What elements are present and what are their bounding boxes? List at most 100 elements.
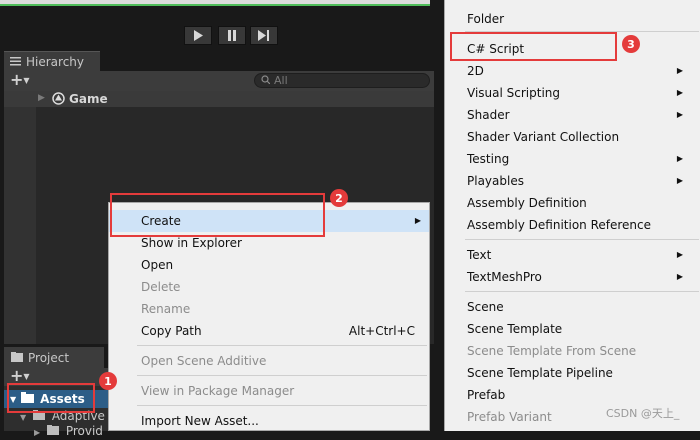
- watermark: CSDN @天上_: [606, 407, 680, 420]
- menu-separator: [465, 239, 699, 240]
- chevron-down-icon: ▼: [23, 372, 30, 381]
- provider-label: Provid: [65, 424, 103, 438]
- hierarchy-add-button[interactable]: +▼: [10, 70, 30, 89]
- menu-item-view-in-package-manager[interactable]: View in Package Manager: [109, 380, 429, 402]
- menu-item-copy-path[interactable]: Copy Path Alt+Ctrl+C: [109, 320, 429, 342]
- expand-arrow-icon[interactable]: ▶: [38, 93, 45, 103]
- tab-project[interactable]: Project: [4, 347, 104, 368]
- submenu-item-label: Folder: [467, 12, 505, 26]
- annotation-box-assets: [7, 383, 95, 413]
- submenu-item-text[interactable]: Text ▶: [445, 244, 699, 266]
- hierarchy-search-input[interactable]: All: [254, 73, 430, 88]
- step-button[interactable]: [250, 26, 278, 45]
- hierarchy-icon: [10, 55, 21, 69]
- pause-icon: [228, 30, 236, 41]
- menu-item-label: Delete: [141, 280, 181, 294]
- menu-separator: [465, 291, 699, 292]
- submenu-item-label: Scene: [467, 300, 504, 314]
- annotation-badge-2: 2: [330, 189, 348, 207]
- folder-icon: [11, 351, 23, 365]
- play-icon: [194, 30, 203, 41]
- submenu-item-playables[interactable]: Playables ▶: [445, 170, 699, 192]
- shortcut-label: Alt+Ctrl+C: [348, 324, 415, 338]
- submenu-item-label: Shader: [467, 108, 510, 122]
- submenu-item-label: Scene Template From Scene: [467, 344, 637, 358]
- toolbar-accent-line: [0, 4, 430, 6]
- submenu-item-testing[interactable]: Testing ▶: [445, 148, 699, 170]
- submenu-arrow-icon: ▶: [676, 250, 683, 259]
- submenu-item-label: Playables: [467, 174, 524, 188]
- menu-item-label: Open Scene Additive: [141, 354, 267, 368]
- menu-separator: [137, 405, 427, 406]
- menu-item-label: Copy Path: [141, 324, 202, 338]
- submenu-item-label: Shader Variant Collection: [467, 130, 620, 144]
- menu-item-import-new-asset[interactable]: Import New Asset...: [109, 410, 429, 432]
- submenu-item-label: Scene Template: [467, 322, 563, 336]
- step-icon: [258, 30, 269, 41]
- tab-hierarchy[interactable]: Hierarchy: [4, 51, 100, 71]
- submenu-item-prefab[interactable]: Prefab: [445, 384, 699, 406]
- menu-item-label: Open: [141, 258, 174, 272]
- submenu-item-scene-template[interactable]: Scene Template: [445, 318, 699, 340]
- submenu-item-shader-variant-collection[interactable]: Shader Variant Collection: [445, 126, 699, 148]
- annotation-box-create: [110, 193, 325, 237]
- annotation-box-csharp-script: [450, 32, 617, 61]
- annotation-badge-1: 1: [99, 372, 117, 390]
- submenu-arrow-icon: ▶: [676, 154, 683, 163]
- pause-button[interactable]: [218, 26, 246, 45]
- submenu-item-label: Prefab: [467, 388, 506, 402]
- submenu-item-label: Visual Scripting: [467, 86, 560, 100]
- expand-arrow-icon[interactable]: ▶: [34, 428, 40, 437]
- submenu-item-label: Testing: [467, 152, 510, 166]
- folder-icon: [46, 424, 63, 438]
- submenu-item-2d[interactable]: 2D ▶: [445, 60, 699, 82]
- submenu-item-shader[interactable]: Shader ▶: [445, 104, 699, 126]
- submenu-item-label: 2D: [467, 64, 484, 78]
- submenu-item-scene[interactable]: Scene: [445, 296, 699, 318]
- search-icon: [261, 74, 271, 87]
- scene-name: Game: [69, 92, 108, 106]
- submenu-item-scene-template-from-scene[interactable]: Scene Template From Scene: [445, 340, 699, 362]
- add-icon: +: [10, 70, 24, 89]
- menu-item-open-scene-additive[interactable]: Open Scene Additive: [109, 350, 429, 372]
- chevron-down-icon: ▼: [23, 76, 30, 85]
- menu-item-rename[interactable]: Rename: [109, 298, 429, 320]
- hierarchy-scene-row[interactable]: ▶ Game: [4, 91, 434, 107]
- submenu-item-label: Prefab Variant: [467, 410, 552, 424]
- submenu-item-folder[interactable]: Folder: [445, 8, 699, 30]
- submenu-item-visual-scripting[interactable]: Visual Scripting ▶: [445, 82, 699, 104]
- hierarchy-tab-label: Hierarchy: [26, 54, 85, 69]
- search-placeholder: All: [274, 74, 288, 87]
- submenu-item-label: Assembly Definition Reference: [467, 218, 652, 232]
- submenu-arrow-icon: ▶: [414, 216, 421, 225]
- project-tab-label: Project: [28, 350, 70, 365]
- submenu-item-assembly-definition[interactable]: Assembly Definition: [445, 192, 699, 214]
- expand-down-icon[interactable]: ▼: [20, 413, 26, 422]
- submenu-item-textmeshpro[interactable]: TextMeshPro ▶: [445, 266, 699, 288]
- submenu-item-scene-template-pipeline[interactable]: Scene Template Pipeline: [445, 362, 699, 384]
- submenu-item-label: TextMeshPro: [467, 270, 542, 284]
- unity-scene-icon: [52, 92, 65, 108]
- menu-item-label: View in Package Manager: [141, 384, 295, 398]
- badge-number: 3: [627, 37, 635, 51]
- play-button[interactable]: [184, 26, 212, 45]
- menu-item-label: Show in Explorer: [141, 236, 242, 250]
- project-item-provider[interactable]: ▶ Provid: [34, 424, 103, 440]
- submenu-arrow-icon: ▶: [676, 272, 683, 281]
- submenu-item-label: Assembly Definition: [467, 196, 587, 210]
- hierarchy-gutter: [4, 106, 36, 344]
- annotation-badge-3: 3: [622, 35, 640, 53]
- menu-item-open[interactable]: Open: [109, 254, 429, 276]
- submenu-arrow-icon: ▶: [676, 110, 683, 119]
- menu-item-delete[interactable]: Delete: [109, 276, 429, 298]
- create-submenu: Folder C# Script 2D ▶ Visual Scripting ▶ S…: [444, 0, 700, 431]
- badge-number: 1: [104, 374, 112, 388]
- badge-number: 2: [335, 191, 343, 205]
- menu-separator: [137, 345, 427, 346]
- submenu-arrow-icon: ▶: [676, 66, 683, 75]
- submenu-arrow-icon: ▶: [676, 176, 683, 185]
- submenu-arrow-icon: ▶: [676, 88, 683, 97]
- menu-item-label: Rename: [141, 302, 191, 316]
- submenu-item-assembly-definition-reference[interactable]: Assembly Definition Reference: [445, 214, 699, 236]
- menu-separator: [137, 375, 427, 376]
